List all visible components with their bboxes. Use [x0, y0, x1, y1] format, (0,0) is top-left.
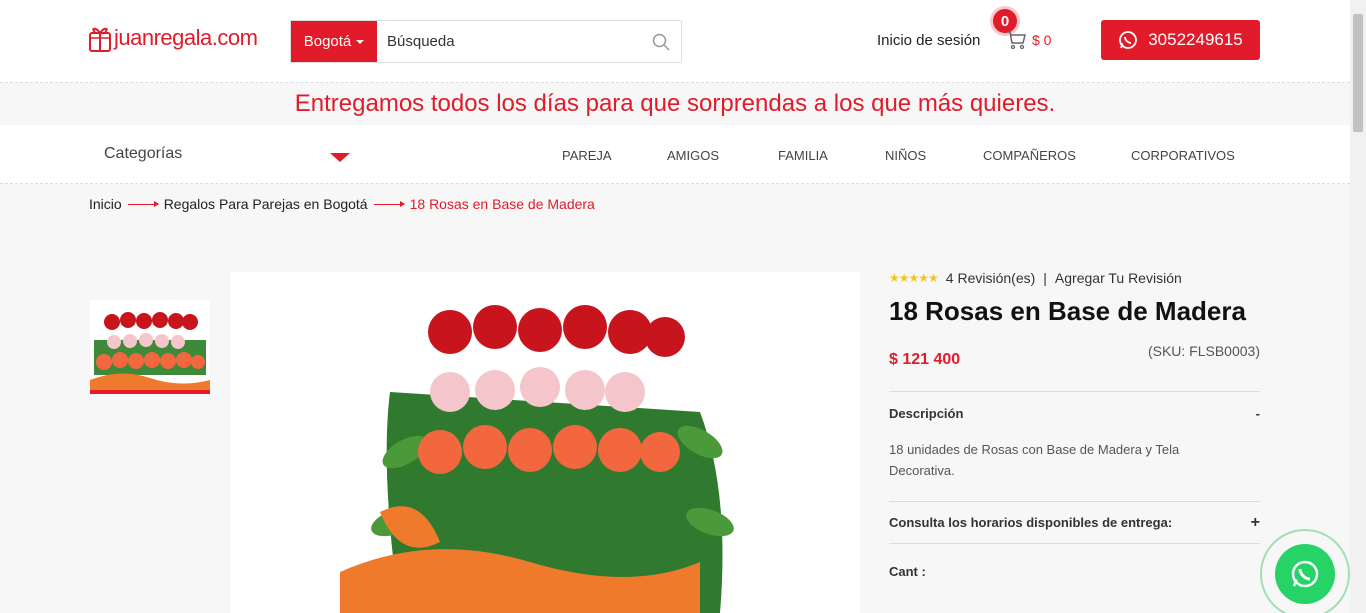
site-header: juanregala.com Bogotá Inicio de sesión 0… — [0, 0, 1350, 83]
breadcrumb-home[interactable]: Inicio — [89, 196, 122, 212]
roses-bouquet-image — [230, 272, 860, 613]
page-scrollbar[interactable] — [1350, 0, 1366, 613]
gift-icon — [89, 27, 111, 52]
cart-total: $ 0 — [1032, 32, 1052, 48]
cart-icon — [1007, 31, 1026, 50]
roses-thumbnail-image — [90, 300, 210, 390]
promo-banner: Entregamos todos los días para que sorpr… — [294, 90, 1056, 117]
categories-dropdown[interactable]: Categorías — [104, 145, 182, 163]
whatsapp-contact-button[interactable]: 3052249615 — [1101, 20, 1260, 60]
floating-whatsapp-button[interactable] — [1260, 529, 1350, 613]
whatsapp-icon — [1119, 31, 1138, 49]
search-bar: Bogotá — [290, 20, 682, 63]
whatsapp-icon — [1291, 560, 1319, 588]
nav-link-familia[interactable]: FAMILIA — [778, 148, 828, 163]
star-rating-icon: ★★★★★ — [889, 271, 939, 285]
login-link[interactable]: Inicio de sesión — [877, 32, 980, 49]
product-title: 18 Rosas en Base de Madera — [889, 296, 1246, 326]
price-row: $ 121 400 (SKU: FLSB0003) — [889, 335, 1260, 375]
quantity-label: Cant : — [889, 564, 926, 579]
nav-link-ninos[interactable]: NIÑOS — [885, 148, 926, 163]
site-logo[interactable]: juanregala.com — [89, 24, 258, 52]
arrow-right-icon — [373, 200, 405, 207]
add-review-link[interactable]: Agregar Tu Revisión — [1055, 270, 1182, 286]
search-input[interactable] — [377, 21, 641, 62]
city-selector[interactable]: Bogotá — [291, 21, 377, 62]
schedule-accordion: Consulta los horarios disponibles de ent… — [889, 501, 1260, 544]
nav-link-amigos[interactable]: AMIGOS — [667, 148, 719, 163]
cart-button[interactable]: $ 0 — [1006, 30, 1051, 50]
caret-down-icon — [356, 39, 365, 44]
collapse-icon[interactable]: - — [1256, 406, 1260, 421]
whatsapp-fab[interactable] — [1275, 544, 1335, 604]
expand-icon[interactable]: + — [1251, 514, 1260, 532]
separator: | — [1043, 270, 1047, 286]
main-navigation: Categorías PAREJA AMIGOS FAMILIA NIÑOS C… — [0, 125, 1350, 184]
description-accordion: Descripción - 18 unidades de Rosas con B… — [889, 391, 1260, 501]
search-icon[interactable] — [641, 21, 681, 62]
schedule-heading: Consulta los horarios disponibles de ent… — [889, 515, 1173, 530]
description-heading: Descripción — [889, 405, 964, 421]
product-thumbnail[interactable] — [90, 300, 210, 394]
breadcrumb-current: 18 Rosas en Base de Madera — [409, 196, 595, 212]
dropdown-arrow-icon[interactable] — [330, 153, 350, 162]
arrow-right-icon — [127, 200, 159, 207]
product-price: $ 121 400 — [889, 351, 961, 368]
product-main-image[interactable] — [230, 272, 860, 613]
rating-row: ★★★★★ 4 Revisión(es) | Agregar Tu Revisi… — [889, 268, 1260, 288]
nav-link-pareja[interactable]: PAREJA — [562, 148, 612, 163]
schedule-header[interactable]: Consulta los horarios disponibles de ent… — [889, 502, 1260, 544]
breadcrumb: Inicio Regalos Para Parejas en Bogotá 18… — [89, 196, 595, 212]
description-header[interactable]: Descripción - — [889, 392, 1260, 434]
nav-link-companeros[interactable]: COMPAÑEROS — [983, 148, 1076, 163]
city-label: Bogotá — [303, 33, 352, 50]
reviews-count-link[interactable]: 4 Revisión(es) — [946, 270, 1035, 286]
breadcrumb-category[interactable]: Regalos Para Parejas en Bogotá — [164, 196, 368, 212]
product-sku: (SKU: FLSB0003) — [1147, 343, 1260, 359]
product-info: ★★★★★ 4 Revisión(es) | Agregar Tu Revisi… — [889, 268, 1260, 579]
logo-text: juanregala.com — [114, 25, 258, 50]
scrollbar-thumb[interactable] — [1353, 14, 1363, 132]
nav-link-corporativos[interactable]: CORPORATIVOS — [1131, 148, 1235, 163]
whatsapp-number: 3052249615 — [1148, 30, 1243, 49]
description-text: 18 unidades de Rosas con Base de Madera … — [889, 442, 1180, 478]
